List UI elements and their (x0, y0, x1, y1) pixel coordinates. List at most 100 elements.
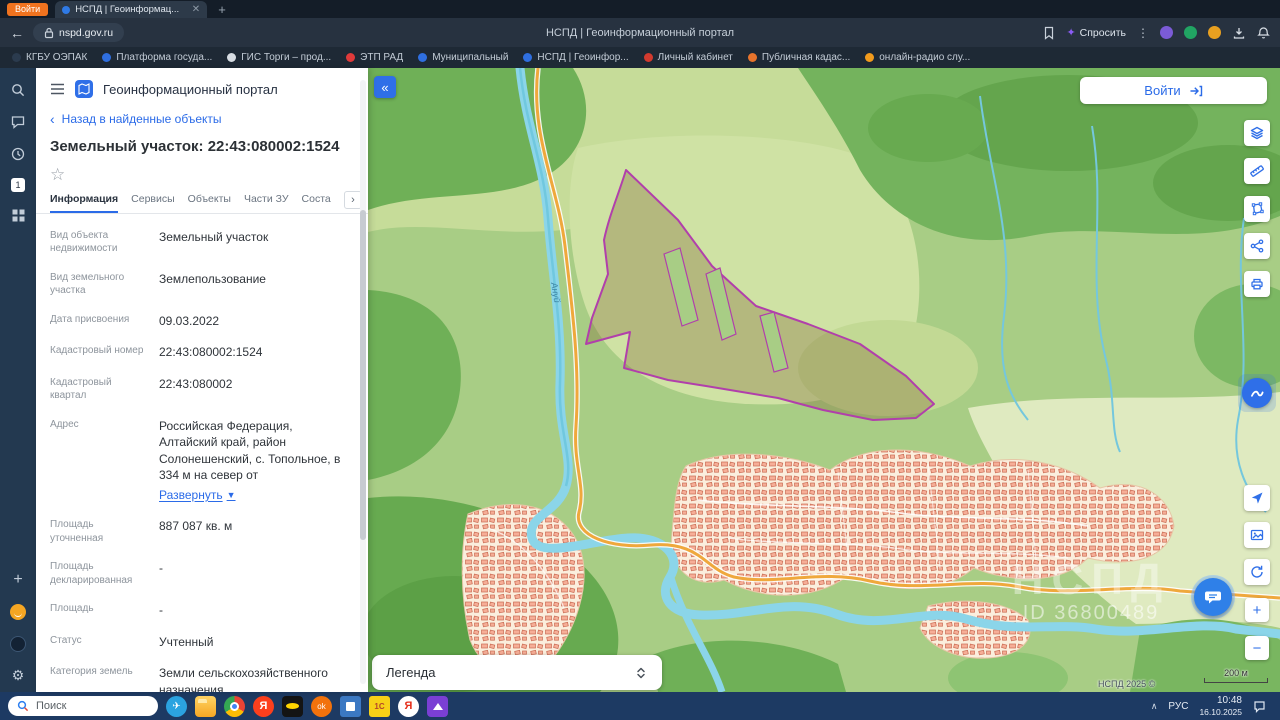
ask-ai-button[interactable]: ✦ Спросить (1066, 26, 1126, 40)
downloads-icon[interactable] (1232, 26, 1246, 40)
bookmarks-bar: КГБУ ОЭПАК Платформа госуда... ГИС Торги… (0, 47, 1280, 68)
bookmark-item[interactable]: ГИС Торги – прод... (227, 52, 331, 63)
bookmark-item[interactable]: Личный кабинет (643, 52, 733, 63)
browser-icon[interactable] (224, 695, 245, 717)
onec-app-icon[interactable]: 1С (369, 695, 390, 717)
hamburger-menu-icon[interactable] (50, 83, 65, 95)
add-panel-icon[interactable]: + (13, 572, 22, 588)
taskbar-clock[interactable]: 10:48 16.10.2025 (1199, 695, 1242, 717)
history-clock-icon[interactable] (10, 146, 26, 162)
bookmark-flag-icon[interactable] (1043, 26, 1055, 40)
support-chat-button[interactable] (1191, 575, 1235, 619)
bookmark-item[interactable]: Муниципальный (418, 52, 508, 63)
notifications-icon[interactable] (1253, 699, 1266, 713)
layers-button[interactable] (1244, 120, 1270, 146)
legend-label: Легенда (386, 665, 436, 680)
zoom-out-button[interactable]: − (1245, 636, 1269, 660)
tab-close-icon[interactable]: ✕ (192, 4, 200, 15)
bookmark-item[interactable]: Платформа госуда... (102, 52, 212, 63)
date: 16.10.2025 (1199, 706, 1242, 717)
extension-icon[interactable] (1184, 26, 1197, 39)
menu-kebab-icon[interactable]: ⋮ (1137, 26, 1149, 40)
photos-app-icon[interactable] (427, 695, 448, 717)
notifications-bell-icon[interactable] (1257, 26, 1270, 40)
browser-signin-button[interactable]: Войти (7, 2, 49, 16)
save-app-icon[interactable] (340, 695, 361, 717)
bookmark-label: Муниципальный (432, 52, 509, 63)
bookmark-item[interactable]: КГБУ ОЭПАК (12, 52, 87, 63)
map-viewport[interactable]: Ануй « Войти + − НСПД ID 36800489 Легенд… (368, 68, 1280, 692)
back-to-results-link[interactable]: ‹ Назад в найденные объекты (36, 106, 368, 128)
language-indicator[interactable]: РУС (1168, 701, 1188, 712)
tab-composition[interactable]: Соста (302, 193, 331, 213)
print-button[interactable] (1244, 271, 1270, 297)
screenshot-button[interactable] (1244, 522, 1270, 548)
tab-counter-badge[interactable]: 1 (11, 178, 25, 192)
bookmark-item[interactable]: Публичная кадас... (747, 52, 851, 63)
yandex-browser-icon[interactable]: Я (398, 695, 419, 717)
back-icon[interactable]: ← (10, 26, 24, 40)
tab-parcel-parts[interactable]: Части ЗУ (244, 193, 289, 213)
bookmark-item[interactable]: ЭТП РАД (346, 52, 403, 63)
zoom-in-button[interactable]: + (1245, 598, 1269, 622)
bookmark-label: ЭТП РАД (360, 52, 404, 63)
map-login-button[interactable]: Войти (1080, 77, 1267, 104)
field-value: 22:43:080002 (159, 376, 233, 391)
bookmark-favicon (418, 53, 428, 62)
bookmark-favicon (346, 53, 356, 62)
panel-header: Геоинформационный портал (36, 68, 368, 106)
file-explorer-icon[interactable] (195, 695, 216, 717)
field-label: Кадастровый квартал (50, 376, 112, 402)
bat-app-icon[interactable] (282, 695, 303, 717)
bookmark-label: Публичная кадас... (761, 52, 851, 63)
draw-polygon-button[interactable] (1244, 196, 1270, 222)
field-label: Адрес (50, 418, 79, 430)
dark-app-icon[interactable] (10, 636, 26, 652)
my-location-button[interactable] (1244, 485, 1270, 511)
url-field[interactable]: nspd.gov.ru (33, 23, 125, 42)
panel-scrollbar[interactable] (360, 80, 366, 684)
attribute-row-address: Адрес Российская Федерация, Алтайский кр… (50, 410, 354, 511)
portal-title: Геоинформационный портал (103, 81, 278, 97)
share-button[interactable] (1244, 233, 1270, 259)
browser-tab[interactable]: НСПД | Геоинформац... ✕ (55, 1, 208, 18)
extension-icon[interactable] (1208, 26, 1221, 39)
taskbar-search[interactable]: Поиск (8, 696, 158, 716)
attribute-row: Дата присвоения 09.03.2022 (50, 305, 354, 337)
bookmark-label: НСПД | Геоинфор... (537, 52, 629, 63)
url-text: nspd.gov.ru (59, 26, 114, 39)
draw-tool-active-button[interactable] (1238, 374, 1276, 412)
chevron-left-icon: ‹ (50, 111, 55, 127)
tab-services[interactable]: Сервисы (131, 193, 175, 213)
map-canvas[interactable]: Ануй (368, 68, 1280, 692)
telegram-icon[interactable]: ✈ (166, 695, 187, 717)
collapse-panel-button[interactable]: « (374, 76, 396, 98)
bookmark-item[interactable]: онлайн-радио слу... (865, 52, 970, 63)
addressbar-actions: ✦ Спросить ⋮ (1043, 26, 1270, 40)
ok-app-icon[interactable]: ok (311, 695, 332, 717)
tab-information[interactable]: Информация (50, 193, 119, 213)
apps-grid-icon[interactable] (11, 208, 26, 223)
chat-icon[interactable] (10, 114, 26, 130)
tab-objects[interactable]: Объекты (188, 193, 231, 213)
extension-icon[interactable] (1160, 26, 1173, 39)
settings-gear-icon[interactable]: ⚙ (12, 668, 25, 682)
attribute-row: Категория земель Земли сельскохозяйствен… (50, 658, 354, 692)
yandex-icon[interactable]: Я (253, 695, 274, 717)
field-label: Кадастровый номер (50, 345, 144, 357)
attribute-list: Вид объекта недвижимости Земельный участ… (36, 214, 368, 693)
refresh-button[interactable] (1244, 559, 1270, 585)
legend-toggle[interactable]: Легенда (372, 655, 662, 690)
login-label: Войти (1144, 83, 1181, 98)
field-value: 887 087 кв. м (159, 519, 233, 534)
chevron-down-icon: ▼ (226, 489, 236, 500)
favorite-star-icon[interactable]: ☆ (50, 165, 65, 184)
new-tab-button[interactable]: + (214, 3, 230, 16)
search-icon[interactable] (10, 82, 26, 98)
bookmark-item[interactable]: НСПД | Геоинфор... (523, 52, 629, 63)
measure-ruler-button[interactable] (1244, 158, 1270, 184)
expand-address-link[interactable]: Развернуть ▼ (159, 487, 236, 504)
emoji-app-icon[interactable] (10, 604, 26, 620)
scrollbar-thumb[interactable] (360, 210, 366, 540)
tray-expand-icon[interactable]: ∧ (1151, 701, 1158, 712)
